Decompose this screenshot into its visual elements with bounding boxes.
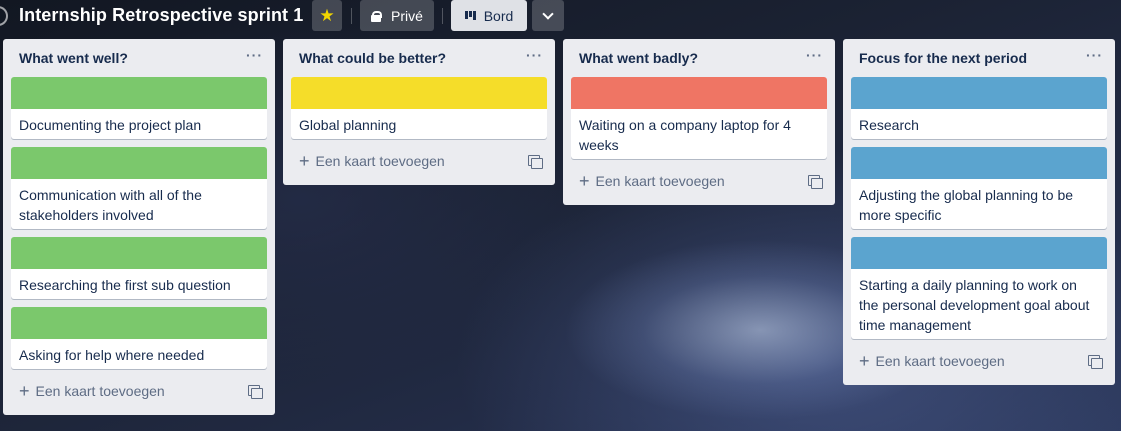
add-card-button[interactable]: + Een kaart toevoegen <box>579 172 725 190</box>
list: Focus for the next period ··· Research A… <box>843 39 1115 385</box>
lock-icon <box>371 10 383 22</box>
card-cover <box>851 237 1107 269</box>
plus-icon: + <box>859 351 870 371</box>
add-card-row: + Een kaart toevoegen <box>571 165 827 197</box>
list-header: Focus for the next period ··· <box>851 39 1107 77</box>
add-card-row: + Een kaart toevoegen <box>851 345 1107 377</box>
card[interactable]: Asking for help where needed <box>11 307 267 369</box>
list-menu-icon[interactable]: ··· <box>526 47 543 63</box>
card[interactable]: Documenting the project plan <box>11 77 267 139</box>
card-cover <box>11 237 267 269</box>
board-title[interactable]: Internship Retrospective sprint 1 <box>19 5 303 26</box>
card-title: Global planning <box>299 117 397 133</box>
plus-icon: + <box>299 151 310 171</box>
card-template-icon[interactable] <box>1088 355 1103 369</box>
card-title: Research <box>859 117 919 133</box>
card-title: Communication with all of the stakeholde… <box>19 187 202 223</box>
add-card-row: + Een kaart toevoegen <box>291 145 547 177</box>
card-title: Starting a daily planning to work on the… <box>859 277 1090 333</box>
list-menu-icon[interactable]: ··· <box>246 47 263 63</box>
card-template-icon[interactable] <box>528 155 543 169</box>
add-card-label: Een kaart toevoegen <box>315 153 445 169</box>
card-title: Adjusting the global planning to be more… <box>859 187 1074 223</box>
card[interactable]: Starting a daily planning to work on the… <box>851 237 1107 339</box>
card-container: Waiting on a company laptop for 4 weeks <box>571 77 827 159</box>
list-header: What went well? ··· <box>11 39 267 77</box>
list: What went well? ··· Documenting the proj… <box>3 39 275 415</box>
plus-icon: + <box>19 381 30 401</box>
list: What went badly? ··· Waiting on a compan… <box>563 39 835 205</box>
list-menu-icon[interactable]: ··· <box>806 47 823 63</box>
card[interactable]: Researching the first sub question <box>11 237 267 299</box>
visibility-label: Privé <box>391 7 423 24</box>
card-title: Documenting the project plan <box>19 117 202 133</box>
list-header: What went badly? ··· <box>571 39 827 77</box>
plus-icon: + <box>579 171 590 191</box>
card-cover <box>11 307 267 339</box>
list-title[interactable]: What could be better? <box>299 50 446 66</box>
list-title[interactable]: What went badly? <box>579 50 698 66</box>
card-container: Research Adjusting the global planning t… <box>851 77 1107 339</box>
board-view-button[interactable]: Bord <box>451 0 527 31</box>
card-cover <box>571 77 827 109</box>
card-cover <box>851 77 1107 109</box>
add-card-label: Een kaart toevoegen <box>875 353 1005 369</box>
chevron-down-icon <box>542 7 554 20</box>
card[interactable]: Research <box>851 77 1107 139</box>
card-template-icon[interactable] <box>248 385 263 399</box>
card[interactable]: Global planning <box>291 77 547 139</box>
add-card-button[interactable]: + Een kaart toevoegen <box>19 382 165 400</box>
board-view-label: Bord <box>483 7 514 24</box>
workspace-icon[interactable] <box>0 6 8 26</box>
card-container: Documenting the project plan Communicati… <box>11 77 267 369</box>
card-cover <box>11 147 267 179</box>
card[interactable]: Waiting on a company laptop for 4 weeks <box>571 77 827 159</box>
card-title: Waiting on a company laptop for 4 weeks <box>579 117 791 153</box>
header-divider <box>351 8 352 24</box>
card-title: Researching the first sub question <box>19 277 231 293</box>
list-title[interactable]: Focus for the next period <box>859 50 1027 66</box>
board-header: Internship Retrospective sprint 1 ★ Priv… <box>0 0 1121 32</box>
card-container: Global planning <box>291 77 547 139</box>
card-cover <box>291 77 547 109</box>
list: What could be better? ··· Global plannin… <box>283 39 555 185</box>
list-menu-icon[interactable]: ··· <box>1086 47 1103 63</box>
add-card-label: Een kaart toevoegen <box>35 383 165 399</box>
add-card-row: + Een kaart toevoegen <box>11 375 267 407</box>
star-button[interactable]: ★ <box>312 0 342 31</box>
add-card-button[interactable]: + Een kaart toevoegen <box>299 152 445 170</box>
card-title: Asking for help where needed <box>19 347 205 363</box>
card-cover <box>851 147 1107 179</box>
header-divider <box>442 8 443 24</box>
board-icon <box>464 10 476 21</box>
star-icon: ★ <box>319 5 335 25</box>
card-cover <box>11 77 267 109</box>
view-switcher-button[interactable] <box>532 0 564 31</box>
list-title[interactable]: What went well? <box>19 50 128 66</box>
visibility-button[interactable]: Privé <box>360 0 434 31</box>
card-template-icon[interactable] <box>808 175 823 189</box>
card[interactable]: Adjusting the global planning to be more… <box>851 147 1107 229</box>
add-card-button[interactable]: + Een kaart toevoegen <box>859 352 1005 370</box>
add-card-label: Een kaart toevoegen <box>595 173 725 189</box>
card[interactable]: Communication with all of the stakeholde… <box>11 147 267 229</box>
list-header: What could be better? ··· <box>291 39 547 77</box>
